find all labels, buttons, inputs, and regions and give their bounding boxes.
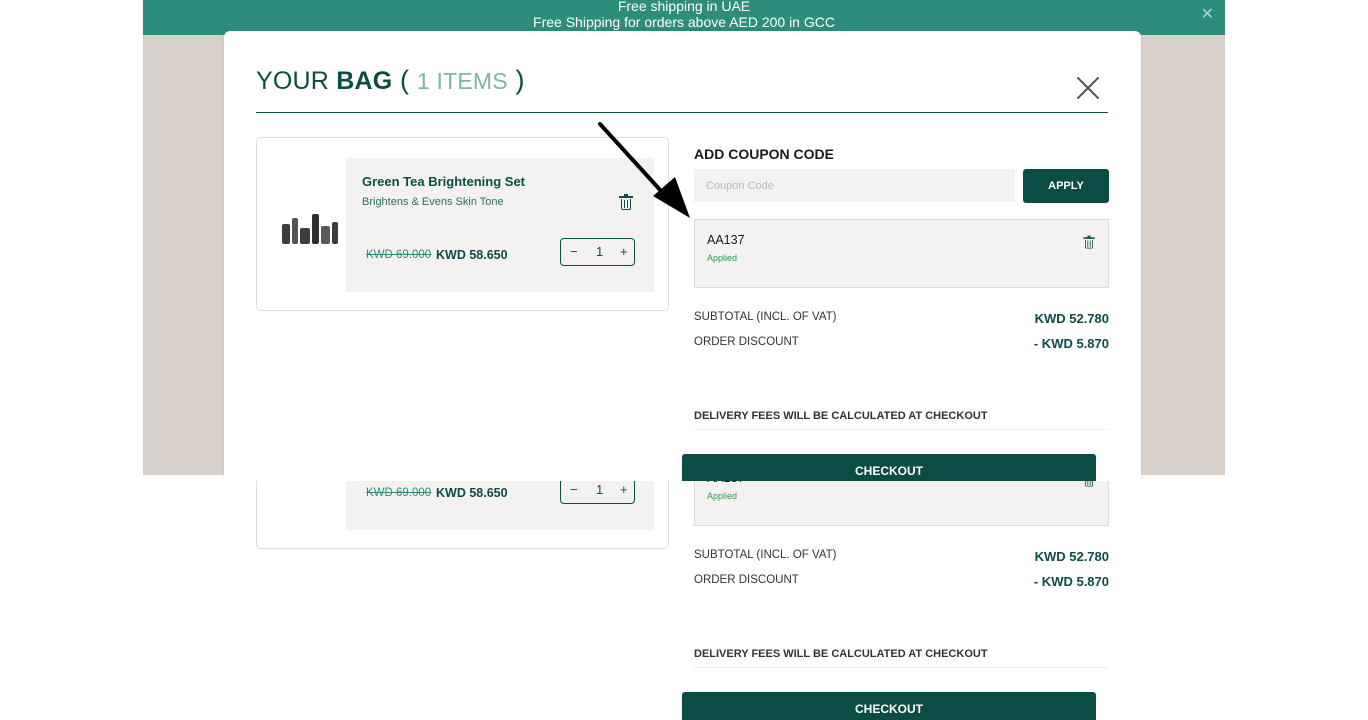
bag-count-close: ) xyxy=(507,65,525,95)
subtotal-label: SUBTOTAL (INCL. OF VAT) xyxy=(694,311,837,323)
increase-quantity-button[interactable]: + xyxy=(620,482,628,497)
discount-label: ORDER DISCOUNT xyxy=(694,336,799,348)
shipping-banner: Free shipping in UAE Free Shipping for o… xyxy=(143,0,1225,35)
checkout-button[interactable]: CHECKOUT xyxy=(682,454,1096,481)
discount-label: ORDER DISCOUNT xyxy=(694,574,799,586)
remove-coupon-trash-icon[interactable] xyxy=(1083,235,1095,250)
bag-title: YOUR BAG ( 1 ITEMS ) xyxy=(256,65,525,96)
delivery-fees-note: DELIVERY FEES WILL BE CALCULATED AT CHEC… xyxy=(694,410,988,422)
bag-title-bold: BAG xyxy=(336,67,393,95)
quantity-stepper: − 1 + xyxy=(560,481,635,504)
bag-count-open: ( xyxy=(392,65,417,95)
header-divider xyxy=(256,112,1108,113)
bag-title-prefix: YOUR xyxy=(256,67,337,95)
bag-modal: YOUR BAG ( 1 ITEMS ) Green Tea Brighteni… xyxy=(224,31,1141,481)
decrease-quantity-button[interactable]: − xyxy=(570,482,578,497)
original-price: KWD 69.000 xyxy=(366,487,432,499)
quantity-stepper: − 1 + xyxy=(560,238,635,266)
checkout-button[interactable]: CHECKOUT xyxy=(682,692,1096,720)
cart-item-card: Green Tea Brightening Set Brightens & Ev… xyxy=(256,481,669,549)
sale-price: KWD 58.650 xyxy=(436,248,508,262)
coupon-code-input[interactable] xyxy=(694,169,1015,202)
bag-modal-duplicate: Green Tea Brightening Set Brightens & Ev… xyxy=(224,481,1141,720)
quantity-value: 1 xyxy=(596,244,604,259)
close-icon[interactable] xyxy=(1076,76,1100,100)
subtotal-value: KWD 52.780 xyxy=(1034,311,1109,326)
sale-price: KWD 58.650 xyxy=(436,486,508,500)
applied-coupon-code: AA137 xyxy=(707,233,745,247)
subtotal-label: SUBTOTAL (INCL. OF VAT) xyxy=(694,549,837,561)
discount-value: - KWD 5.870 xyxy=(1033,574,1109,589)
product-subtitle: Brightens & Evens Skin Tone xyxy=(362,196,504,208)
remove-coupon-trash-icon[interactable] xyxy=(1083,481,1094,487)
product-name[interactable]: Green Tea Brightening Set xyxy=(362,174,525,189)
discount-value: - KWD 5.870 xyxy=(1033,336,1109,351)
delivery-fees-note: DELIVERY FEES WILL BE CALCULATED AT CHEC… xyxy=(694,648,988,660)
product-image xyxy=(280,208,340,244)
applied-coupon-code: AA137 xyxy=(707,481,745,485)
remove-item-trash-icon[interactable] xyxy=(619,194,633,211)
banner-close-icon[interactable]: ✕ xyxy=(1201,7,1214,23)
applied-coupon: AA137 Applied xyxy=(694,481,1109,526)
decrease-quantity-button[interactable]: − xyxy=(570,244,578,259)
cart-item-card: Green Tea Brightening Set Brightens & Ev… xyxy=(256,137,669,311)
cart-item-details: Green Tea Brightening Set Brightens & Ev… xyxy=(346,481,654,530)
increase-quantity-button[interactable]: + xyxy=(620,244,628,259)
cart-item-details: Green Tea Brightening Set Brightens & Ev… xyxy=(346,158,654,292)
original-price: KWD 69.000 xyxy=(366,249,432,261)
bag-item-count: 1 ITEMS xyxy=(416,68,508,94)
delivery-divider xyxy=(694,429,1109,430)
banner-line-gcc: Free Shipping for orders above AED 200 i… xyxy=(533,14,835,30)
coupon-section-title: ADD COUPON CODE xyxy=(694,146,835,162)
banner-line-uae: Free shipping in UAE xyxy=(617,0,751,14)
applied-coupon: AA137 Applied xyxy=(694,219,1109,288)
apply-coupon-button[interactable]: APPLY xyxy=(1023,169,1109,203)
delivery-divider xyxy=(694,667,1109,668)
applied-coupon-status: Applied xyxy=(707,491,738,501)
quantity-value: 1 xyxy=(596,482,604,497)
applied-coupon-status: Applied xyxy=(707,253,738,263)
subtotal-value: KWD 52.780 xyxy=(1034,549,1109,564)
